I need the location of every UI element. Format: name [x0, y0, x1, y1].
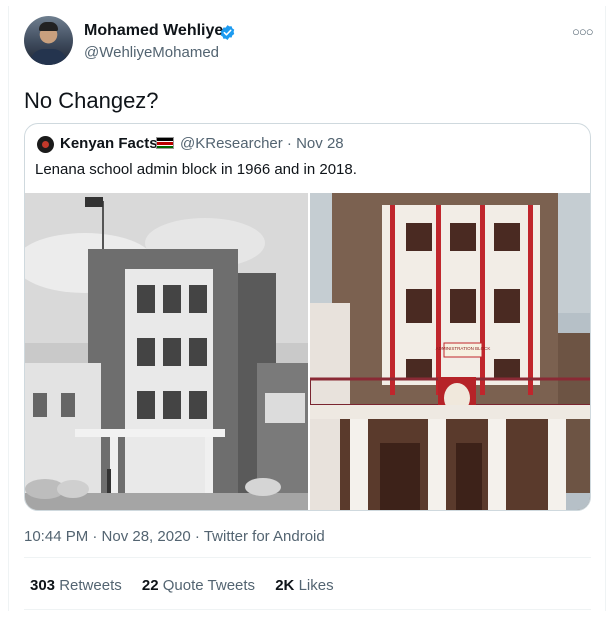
photo-1966[interactable] — [25, 193, 308, 510]
retweets-stat[interactable]: 303 Retweets — [30, 577, 122, 594]
divider — [24, 557, 591, 558]
photo-2018[interactable]: ADMINISTRATION BLOCK — [310, 193, 590, 510]
tweet-text: No Changez? — [24, 88, 159, 113]
photo-2018-image: ADMINISTRATION BLOCK — [310, 193, 590, 510]
likes-count: 2K — [275, 577, 295, 594]
quoted-author-name[interactable]: Kenyan Facts — [60, 135, 158, 152]
retweets-label: Retweets — [59, 577, 122, 594]
avatar-shirt — [30, 49, 67, 65]
quotes-label: Quote Tweets — [162, 577, 256, 594]
quoted-handle-date[interactable]: @KResearcher · Nov 28 — [180, 135, 344, 152]
avatar-hat — [39, 22, 58, 31]
author-handle[interactable]: @WehliyeMohamed — [84, 44, 219, 61]
engagement-stats: 303 Retweets 22 Quote Tweets 2K Likes — [30, 577, 350, 594]
quoted-tweet[interactable]: Kenyan Facts @KResearcher · Nov 28 Lenan… — [24, 123, 591, 511]
more-icon[interactable]: ○○○ — [572, 24, 594, 39]
likes-label: Likes — [298, 577, 334, 594]
quoted-text: Lenana school admin block in 1966 and in… — [35, 161, 357, 178]
retweets-count: 303 — [30, 577, 56, 594]
verified-badge-icon — [220, 25, 235, 40]
tweet-timestamp[interactable]: 10:44 PM · Nov 28, 2020 · Twitter for An… — [24, 528, 325, 545]
admin-sign: ADMINISTRATION BLOCK — [436, 346, 491, 351]
quoted-avatar[interactable] — [37, 136, 54, 153]
kenya-flag-icon — [156, 137, 174, 149]
quotes-count: 22 — [141, 577, 159, 594]
author-name[interactable]: Mohamed Wehliye — [84, 22, 223, 40]
likes-stat[interactable]: 2K Likes — [275, 577, 333, 594]
divider — [24, 609, 591, 610]
photo-1966-image — [25, 193, 308, 510]
avatar[interactable] — [24, 16, 73, 65]
quote-tweets-stat[interactable]: 22 Quote Tweets — [142, 577, 255, 594]
